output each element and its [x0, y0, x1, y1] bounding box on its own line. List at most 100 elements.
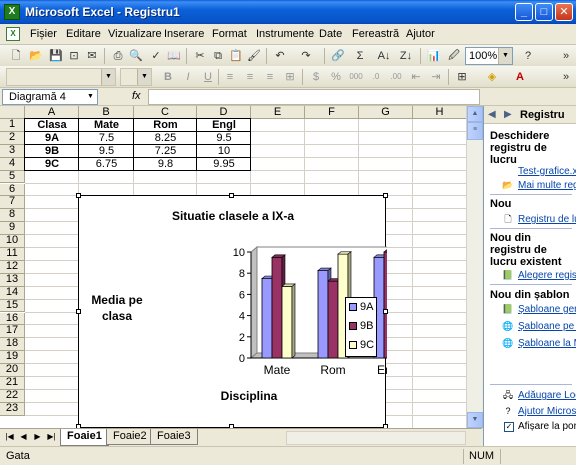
menu-data[interactable]: Date: [319, 28, 342, 40]
percent-icon[interactable]: %: [328, 69, 344, 85]
print-preview-icon[interactable]: 🔍: [128, 48, 144, 64]
menu-window[interactable]: Fereastră: [352, 28, 399, 40]
paste-icon[interactable]: 📋: [228, 48, 244, 64]
drawing-icon[interactable]: 🖉: [446, 48, 462, 64]
vertical-scrollbar[interactable]: ▲ ≡ ▼: [466, 106, 483, 428]
open-icon[interactable]: 📂: [28, 48, 44, 64]
decrease-indent-icon[interactable]: ⇤: [408, 69, 424, 85]
general-templates-link[interactable]: Șabloane generale...: [518, 304, 576, 315]
underline-icon[interactable]: U: [200, 69, 216, 85]
add-network-place-link[interactable]: Adăugare Locație de rețea...: [518, 390, 576, 401]
decrease-decimal-icon[interactable]: .00: [388, 69, 404, 85]
scroll-up-icon[interactable]: ▲: [467, 106, 483, 122]
print-icon[interactable]: ⎙: [110, 48, 126, 64]
row-header-3[interactable]: 3: [0, 144, 25, 158]
forward-icon[interactable]: ▶: [504, 109, 512, 120]
chevron-down-icon[interactable]: ▼: [498, 48, 512, 64]
toolbar-options-icon[interactable]: »: [558, 69, 574, 85]
tab-foaie1[interactable]: Foaie1: [60, 429, 109, 446]
menu-edit[interactable]: Editare: [66, 28, 101, 40]
chart-wizard-icon[interactable]: 📊: [426, 48, 442, 64]
row-header-11[interactable]: 11: [0, 247, 25, 261]
menu-insert[interactable]: Inserare: [164, 28, 204, 40]
first-sheet-icon[interactable]: |◀: [4, 432, 15, 441]
close-button[interactable]: ✕: [555, 3, 573, 21]
column-header-e[interactable]: E: [251, 106, 305, 119]
chart-object[interactable]: Situatie clasele a IX-a Media pe clasa D…: [78, 195, 387, 428]
sort-ascending-icon[interactable]: A↓: [376, 48, 392, 64]
permission-icon[interactable]: ⊡: [66, 48, 82, 64]
new-icon[interactable]: 🗋: [8, 48, 24, 64]
font-name-select[interactable]: ▼: [6, 68, 116, 86]
choose-workbook-link[interactable]: Alegere registru...: [518, 270, 576, 281]
redo-icon[interactable]: ↷: [298, 48, 314, 64]
bold-icon[interactable]: B: [160, 69, 176, 85]
increase-decimal-icon[interactable]: .0: [368, 69, 384, 85]
resize-handle[interactable]: [76, 193, 81, 198]
increase-indent-icon[interactable]: ⇥: [428, 69, 444, 85]
hyperlink-icon[interactable]: 🔗: [330, 48, 346, 64]
excel-help-link[interactable]: Ajutor Microsoft Excel: [518, 406, 576, 417]
back-icon[interactable]: ◀: [488, 109, 496, 120]
name-box[interactable]: Diagramă 4 ▼: [2, 89, 98, 105]
last-sheet-icon[interactable]: ▶|: [46, 432, 57, 441]
resize-handle[interactable]: [76, 309, 81, 314]
undo-icon[interactable]: ↶: [272, 48, 288, 64]
row-header-4[interactable]: 4: [0, 157, 25, 171]
more-workbooks-link[interactable]: Mai multe registre...: [518, 180, 576, 191]
menu-tools[interactable]: Instrumente: [256, 28, 314, 40]
maximize-button[interactable]: □: [535, 3, 553, 21]
menu-help[interactable]: Ajutor: [406, 28, 435, 40]
scroll-down-icon[interactable]: ▼: [467, 412, 483, 428]
resize-handle[interactable]: [383, 193, 388, 198]
column-header-h[interactable]: H: [413, 106, 467, 119]
tab-foaie2[interactable]: Foaie2: [106, 429, 154, 445]
next-sheet-icon[interactable]: ▶: [32, 432, 43, 441]
merge-center-icon[interactable]: ⊞: [282, 69, 298, 85]
excel-app-icon[interactable]: X: [4, 4, 20, 20]
row-header-21[interactable]: 21: [0, 376, 25, 390]
research-icon[interactable]: 📖: [166, 48, 182, 64]
row-header-1[interactable]: 1: [0, 118, 25, 132]
zoom-select[interactable]: 100% ▼: [465, 47, 513, 65]
font-color-icon[interactable]: A: [512, 69, 528, 85]
row-header-15[interactable]: 15: [0, 299, 25, 313]
insert-function-icon[interactable]: fx: [132, 90, 141, 102]
italic-icon[interactable]: I: [180, 69, 196, 85]
web-templates-link[interactable]: Șabloane pe site-urile Web...: [518, 321, 576, 332]
font-size-select[interactable]: ▼: [120, 68, 152, 86]
toolbar-options-icon[interactable]: »: [558, 48, 574, 64]
horizontal-scrollbar[interactable]: [286, 431, 466, 445]
workbook-icon[interactable]: X: [6, 27, 20, 41]
align-left-icon[interactable]: ≡: [222, 69, 238, 85]
resize-handle[interactable]: [229, 193, 234, 198]
row-header-13[interactable]: 13: [0, 273, 25, 287]
formula-input[interactable]: [148, 89, 480, 105]
row-header-5[interactable]: 5: [0, 170, 25, 184]
chevron-down-icon[interactable]: ▼: [84, 90, 97, 104]
help-icon[interactable]: ?: [520, 48, 536, 64]
save-icon[interactable]: 💾: [48, 48, 64, 64]
row-header-2[interactable]: 2: [0, 131, 25, 145]
blank-workbook-link[interactable]: Registru de lucru necompletat: [518, 214, 576, 225]
borders-icon[interactable]: ⊞: [454, 69, 470, 85]
row-header-14[interactable]: 14: [0, 286, 25, 300]
cut-icon[interactable]: ✂: [192, 48, 208, 64]
show-at-startup-checkbox[interactable]: ✓: [504, 422, 514, 432]
copy-icon[interactable]: ⧉: [210, 48, 226, 64]
minimize-button[interactable]: _: [515, 3, 533, 21]
menu-file[interactable]: Fișier: [30, 28, 57, 40]
column-header-g[interactable]: G: [359, 106, 413, 119]
chevron-down-icon[interactable]: ▼: [137, 69, 151, 85]
microsoft-templates-link[interactable]: Șabloane la Microsoft.com: [518, 338, 576, 349]
row-header-23[interactable]: 23: [0, 402, 25, 416]
row-header-12[interactable]: 12: [0, 260, 25, 274]
align-right-icon[interactable]: ≡: [262, 69, 278, 85]
recent-file-link[interactable]: Test-grafice.xls: [518, 166, 576, 177]
align-center-icon[interactable]: ≡: [242, 69, 258, 85]
prev-sheet-icon[interactable]: ◀: [18, 432, 29, 441]
menu-view[interactable]: Vizualizare: [108, 28, 162, 40]
fill-color-icon[interactable]: ◈: [484, 69, 500, 85]
comma-style-icon[interactable]: 000: [348, 69, 364, 85]
currency-icon[interactable]: $: [308, 69, 324, 85]
